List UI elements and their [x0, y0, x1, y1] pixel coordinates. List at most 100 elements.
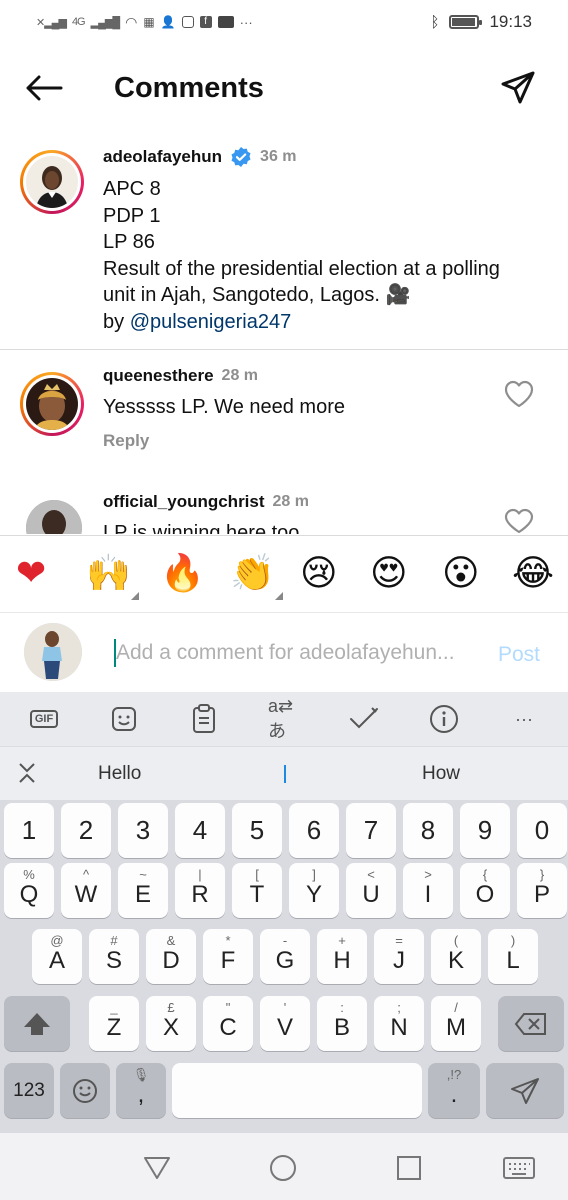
nav-back-icon[interactable] [140, 1153, 174, 1183]
nav-recents-icon[interactable] [392, 1153, 426, 1183]
space-key[interactable] [172, 1063, 422, 1118]
key-o[interactable]: {O [460, 863, 510, 918]
key-4[interactable]: 4 [175, 803, 225, 858]
translate-icon[interactable]: a⇄あ [268, 696, 300, 741]
key-b[interactable]: :B [317, 996, 367, 1051]
suggestion-cursor [284, 765, 286, 783]
key-m[interactable]: / M [431, 996, 481, 1051]
key-6[interactable]: 6 [289, 803, 339, 858]
shift-key[interactable] [4, 996, 70, 1051]
key-a[interactable]: @ A [32, 929, 82, 984]
commenter-avatar[interactable] [26, 500, 82, 534]
nav-keyboard-icon[interactable] [502, 1153, 536, 1183]
direct-message-icon[interactable] [498, 68, 538, 108]
comment-username[interactable]: queenesthere [103, 366, 214, 386]
key-n[interactable]: ; N [374, 996, 424, 1051]
key-t[interactable]: [T [232, 863, 282, 918]
post-button[interactable]: Post [498, 643, 540, 667]
key-8[interactable]: 8 [403, 803, 453, 858]
suggestion-word[interactable]: How [422, 763, 460, 785]
emoji-quick-bar: ❤ 🙌 🔥 👏 😢 😍 😮 😂 [0, 535, 568, 613]
back-arrow-icon[interactable] [24, 70, 64, 106]
emoji-surprised[interactable]: 😮 [442, 554, 480, 594]
key-k[interactable]: (K [431, 929, 481, 984]
sticker-icon[interactable] [108, 704, 140, 734]
key-r[interactable]: | R [175, 863, 225, 918]
key-0[interactable]: 0 [517, 803, 567, 858]
key-symbol: > [424, 867, 432, 882]
info-icon[interactable] [428, 704, 460, 734]
key-3[interactable]: 3 [118, 803, 168, 858]
key-symbol: _ [110, 1000, 118, 1015]
key-symbol: = [395, 933, 403, 948]
current-user-avatar [24, 623, 82, 681]
key-z[interactable]: _ Z [89, 996, 139, 1051]
key-symbol: @ [50, 933, 64, 948]
emoji-heart[interactable]: ❤ [16, 554, 46, 594]
commenter-avatar[interactable] [20, 372, 84, 436]
key-x[interactable]: £ X [146, 996, 196, 1051]
emoji-key[interactable] [60, 1063, 110, 1118]
nav-home-icon[interactable] [266, 1153, 300, 1183]
key-d[interactable]: & D [146, 929, 196, 984]
key-5[interactable]: 5 [232, 803, 282, 858]
caption-line: Result of the presidential election at a… [103, 257, 500, 307]
key-f[interactable]: * F [203, 929, 253, 984]
like-heart-icon[interactable] [504, 508, 536, 538]
key-letter: X [162, 1014, 179, 1041]
key-u[interactable]: < U [346, 863, 396, 918]
key-v[interactable]: ' V [260, 996, 310, 1051]
gif-icon[interactable]: GIF [28, 704, 60, 734]
key-9[interactable]: 9 [460, 803, 510, 858]
reply-button[interactable]: Reply [103, 431, 483, 451]
top-app-bar: Comments [0, 56, 568, 120]
key-letter: E [134, 881, 151, 908]
period-key[interactable]: ,!? . [428, 1063, 480, 1118]
key-c[interactable]: " C [203, 996, 253, 1051]
mention-link[interactable]: @pulsenigeria247 [130, 311, 292, 333]
caption-author-avatar[interactable] [20, 150, 84, 214]
grid-icon: ▦ [143, 15, 155, 29]
send-key[interactable] [486, 1063, 564, 1118]
key-e[interactable]: ~ E [118, 863, 168, 918]
key-g[interactable]: -G [260, 929, 310, 984]
key-2[interactable]: 2 [61, 803, 111, 858]
emoji-crying[interactable]: 😢 [300, 554, 338, 594]
emoji-fire[interactable]: 🔥 [160, 554, 205, 594]
emoji-heart-eyes[interactable]: 😍 [370, 554, 408, 594]
emoji-raised-hands[interactable]: 🙌 [86, 554, 139, 600]
key-7[interactable]: 7 [346, 803, 396, 858]
caption-username[interactable]: adeolafayehun [103, 147, 222, 167]
key-p[interactable]: } P [517, 863, 567, 918]
key-y[interactable]: ] Y [289, 863, 339, 918]
period-sub-label: ,!? [446, 1067, 462, 1082]
collapse-chevron-icon[interactable] [16, 761, 38, 790]
key-symbol: " [225, 1000, 231, 1015]
key-i[interactable]: > I [403, 863, 453, 918]
comma-key[interactable]: 🎙 , [116, 1063, 166, 1118]
key-l[interactable]: ) L [488, 929, 538, 984]
symbols-key[interactable]: 123 [4, 1063, 54, 1118]
key-1[interactable]: 1 [4, 803, 54, 858]
key-j[interactable]: = J [374, 929, 424, 984]
comment-text: Yesssss LP. We need more [103, 396, 345, 418]
backspace-key[interactable] [498, 996, 564, 1051]
handwriting-icon[interactable] [348, 704, 380, 734]
key-h[interactable]: + H [317, 929, 367, 984]
key-s[interactable]: # S [89, 929, 139, 984]
key-w[interactable]: ^ W [61, 863, 111, 918]
emoji-laughing[interactable]: 😂 [512, 554, 554, 594]
emoji-clapping[interactable]: 👏 [230, 554, 283, 600]
key-q[interactable]: % Q [4, 863, 54, 918]
comment-composer: Post [0, 613, 568, 691]
comment-username[interactable]: official_youngchrist [103, 492, 265, 512]
like-heart-icon[interactable] [504, 380, 536, 410]
comment-body: queenesthere 28 m Yesssss LP. We need mo… [103, 366, 483, 451]
more-icon[interactable]: ··· [508, 704, 540, 734]
comment-input[interactable] [116, 637, 476, 669]
caption-divider [0, 349, 568, 350]
key-symbol: { [482, 867, 488, 882]
clipboard-icon[interactable] [188, 704, 220, 734]
verified-badge-icon [230, 146, 252, 168]
suggestion-word[interactable]: Hello [98, 763, 141, 785]
